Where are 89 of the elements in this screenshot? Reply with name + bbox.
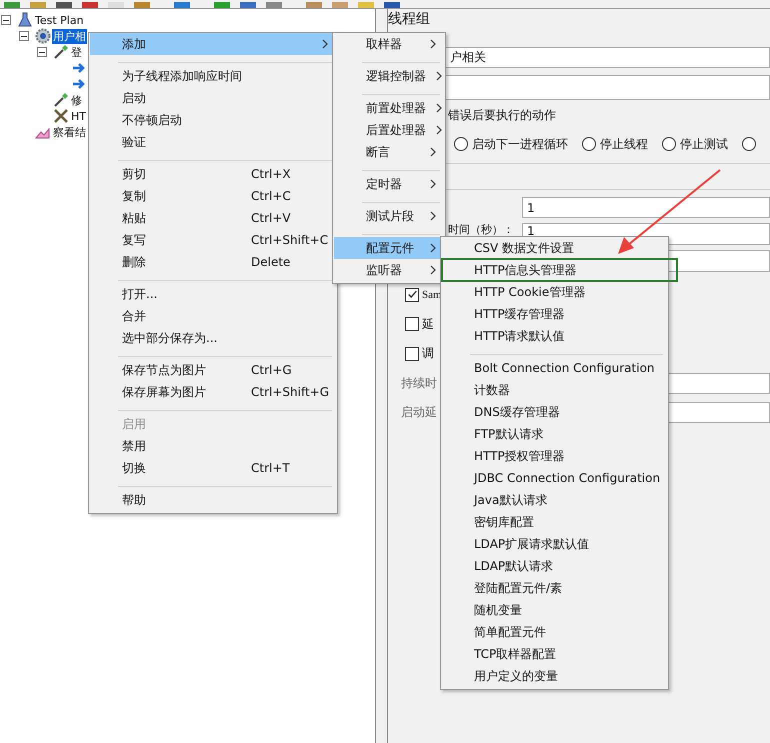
menu-item[interactable]: 保存节点为图片 Ctrl+G: [90, 359, 336, 381]
toolbar-icon[interactable]: [384, 2, 400, 8]
tree-item[interactable]: HT: [70, 108, 87, 124]
menu-item[interactable]: HTTP Cookie管理器: [442, 281, 667, 303]
collapse-toggle[interactable]: [19, 31, 29, 41]
ramp-up-label: 时间（秒）：: [448, 223, 515, 236]
toolbar-icon[interactable]: [332, 2, 348, 8]
duration-label: 持续时: [401, 374, 438, 392]
menu-item[interactable]: HTTP缓存管理器: [442, 303, 667, 325]
startup-delay-label: 启动延: [401, 404, 438, 420]
checkbox[interactable]: [405, 288, 419, 302]
toolbar-icon[interactable]: [108, 2, 124, 8]
group-title: 错误后要执行的动作: [448, 107, 557, 123]
menu-item[interactable]: 计数器: [442, 379, 667, 401]
menu-item[interactable]: 验证: [90, 131, 336, 153]
menu-item[interactable]: 禁用: [90, 435, 336, 457]
menu-item[interactable]: HTTP授权管理器: [442, 445, 667, 467]
tree-item[interactable]: 察看结: [52, 124, 87, 140]
menu-item[interactable]: 保存屏幕为图片 Ctrl+Shift+G: [90, 381, 336, 403]
checkbox-label: 调: [422, 345, 434, 362]
menu-item[interactable]: LDAP扩展请求默认值: [442, 533, 667, 555]
tree-item[interactable]: 修: [70, 92, 83, 108]
menu-item[interactable]: 删除 Delete: [90, 251, 336, 273]
gear-icon: [35, 28, 51, 44]
menu-item[interactable]: 取样器: [334, 33, 444, 55]
panel-title: 线程组: [388, 11, 431, 28]
menu-item[interactable]: JDBC Connection Configuration: [442, 467, 667, 489]
tree-item[interactable]: 用户相: [52, 28, 87, 44]
menu-item[interactable]: 复制 Ctrl+C: [90, 185, 336, 207]
menu-item[interactable]: 定时器: [334, 173, 444, 195]
menu-item[interactable]: 选中部分保存为...: [90, 327, 336, 349]
menu-item[interactable]: DNS缓存管理器: [442, 401, 667, 423]
menu-item[interactable]: LDAP默认请求: [442, 555, 667, 577]
radio-label: 停止线程: [600, 136, 648, 152]
menu-item[interactable]: Bolt Connection Configuration: [442, 357, 667, 379]
toolbar-icon[interactable]: [266, 2, 282, 8]
tools-icon: [53, 108, 69, 124]
toolbar-icon[interactable]: [358, 2, 374, 8]
pipette-icon: [53, 92, 69, 108]
toolbar-icon[interactable]: [134, 2, 150, 8]
menu-item[interactable]: 逻辑控制器: [334, 65, 444, 87]
radio-button[interactable]: [662, 137, 676, 151]
menu-item[interactable]: 不停顿启动: [90, 109, 336, 131]
thread-count-field[interactable]: 1: [522, 197, 770, 218]
menu-item[interactable]: 前置处理器: [334, 97, 444, 119]
checkbox[interactable]: [405, 317, 419, 332]
menu-item[interactable]: 切换 Ctrl+T: [90, 457, 336, 479]
toolbar-icon[interactable]: [174, 2, 190, 8]
menu-item[interactable]: 为子线程添加响应时间: [90, 65, 336, 87]
menu-item[interactable]: 断言: [334, 141, 444, 163]
toolbar-icon[interactable]: [82, 2, 98, 8]
menu-item[interactable]: 复写 Ctrl+Shift+C: [90, 229, 336, 251]
toolbar-icon[interactable]: [240, 2, 256, 8]
menu-item[interactable]: TCP取样器配置: [442, 643, 667, 665]
menu-item[interactable]: 监听器: [334, 259, 444, 281]
collapse-toggle[interactable]: [37, 47, 47, 57]
menu-item[interactable]: 后置处理器: [334, 119, 444, 141]
toolbar-icon[interactable]: [4, 2, 20, 8]
radio-label: 停止测试: [680, 136, 728, 152]
toolbar-icon[interactable]: [214, 2, 230, 8]
menu-item[interactable]: Java默认请求: [442, 489, 667, 511]
pipette-icon: [53, 44, 69, 60]
checkbox[interactable]: [405, 346, 419, 361]
toolbar-icon[interactable]: [30, 2, 46, 8]
checkbox-label: 延: [422, 316, 434, 333]
menu-item[interactable]: 帮助: [90, 489, 336, 511]
tree-item[interactable]: 登: [70, 44, 83, 60]
menu-item[interactable]: 登陆配置元件/素: [442, 577, 667, 599]
toolbar-icon[interactable]: [56, 2, 72, 8]
menu-item[interactable]: 启动: [90, 87, 336, 109]
menu-item[interactable]: 打开...: [90, 283, 336, 305]
menu-item[interactable]: 密钥库配置: [442, 511, 667, 533]
radio-button[interactable]: [582, 137, 596, 151]
menu-item[interactable]: 简单配置元件: [442, 621, 667, 643]
menu-item[interactable]: 剪切 Ctrl+X: [90, 163, 336, 185]
menu-item[interactable]: 测试片段: [334, 205, 444, 227]
menu-item[interactable]: 合并: [90, 305, 336, 327]
menu-item[interactable]: 随机变量: [442, 599, 667, 621]
radio-label: 启动下一进程循环: [472, 136, 568, 152]
radio-button[interactable]: [454, 137, 468, 151]
menu-item[interactable]: 粘贴 Ctrl+V: [90, 207, 336, 229]
menu-item[interactable]: 用户定义的变量: [442, 665, 667, 687]
radio-button[interactable]: [742, 137, 756, 151]
tree-item[interactable]: Test Plan: [34, 12, 85, 28]
toolbar-icon[interactable]: [306, 2, 322, 8]
collapse-toggle[interactable]: [1, 15, 11, 25]
menu-item[interactable]: HTTP请求默认值: [442, 325, 667, 347]
menu-item[interactable]: FTP默认请求: [442, 423, 667, 445]
flask-icon: [17, 12, 33, 28]
